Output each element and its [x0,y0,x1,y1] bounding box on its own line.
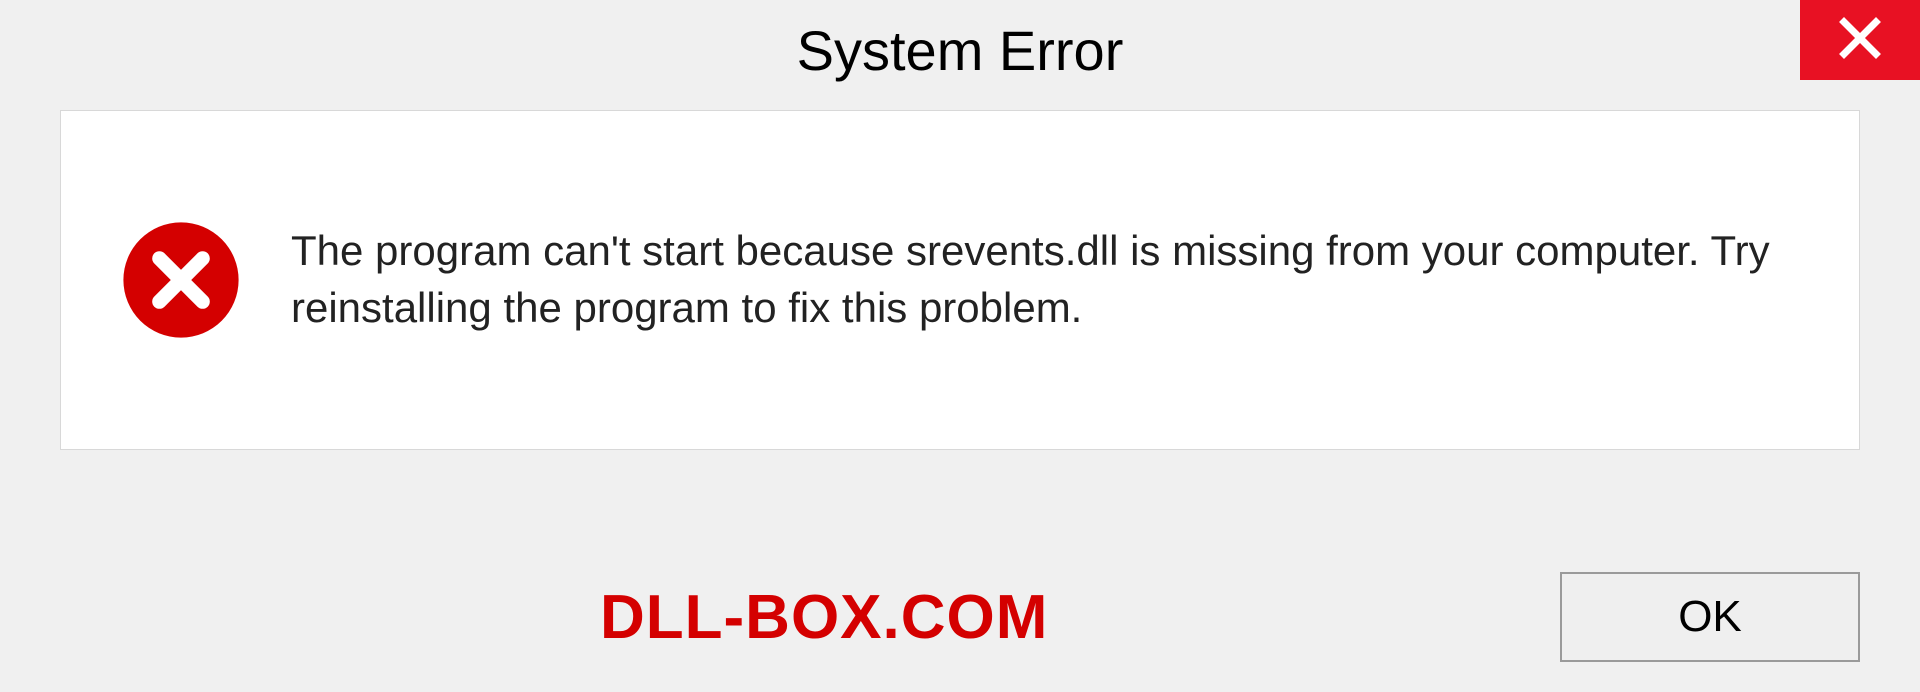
error-icon [121,220,241,340]
footer: DLL-BOX.COM OK [0,572,1920,662]
ok-button[interactable]: OK [1560,572,1860,662]
window-title: System Error [797,18,1124,83]
close-button[interactable] [1800,0,1920,80]
message-panel: The program can't start because srevents… [60,110,1860,450]
close-icon [1836,14,1884,67]
error-message: The program can't start because srevents… [291,223,1799,336]
watermark-text: DLL-BOX.COM [600,582,1048,653]
titlebar: System Error [0,0,1920,100]
